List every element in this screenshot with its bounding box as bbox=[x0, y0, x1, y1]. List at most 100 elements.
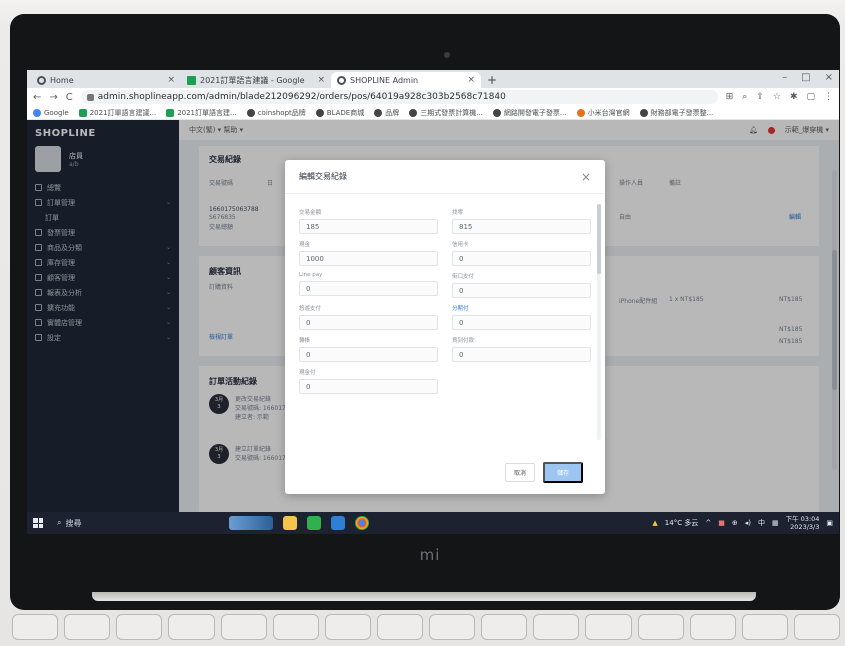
keyboard-key bbox=[64, 614, 111, 640]
amount-input[interactable]: 815 bbox=[452, 219, 591, 234]
volume-icon[interactable]: ◂) bbox=[745, 519, 751, 527]
amount-input[interactable]: 0 bbox=[452, 283, 591, 298]
search-icon: ⌕ bbox=[57, 518, 62, 527]
globe-icon bbox=[37, 75, 46, 85]
keyboard-key bbox=[429, 614, 476, 640]
field-label: 分期付 bbox=[452, 306, 469, 312]
tray-chevron-icon[interactable]: ^ bbox=[705, 519, 711, 527]
amount-input[interactable]: 1000 bbox=[299, 251, 438, 266]
bookmark-label: 小米台灣官網 bbox=[587, 108, 630, 117]
field-label: 現金付 bbox=[299, 370, 316, 376]
close-tab-icon[interactable]: × bbox=[167, 75, 175, 85]
translate-icon[interactable]: ⊞ bbox=[726, 92, 734, 102]
minimize-icon[interactable]: – bbox=[782, 72, 787, 83]
maximize-icon[interactable]: □ bbox=[801, 72, 810, 83]
close-tab-icon[interactable]: × bbox=[467, 75, 475, 85]
taskbar-clock[interactable]: 下午 03:04 2023/3/3 bbox=[786, 515, 820, 531]
keyboard-key bbox=[272, 614, 319, 640]
webcam bbox=[444, 52, 450, 58]
file-explorer-icon[interactable] bbox=[283, 516, 297, 530]
bookmark-item[interactable]: Google bbox=[33, 108, 69, 117]
back-icon[interactable]: ← bbox=[33, 92, 41, 103]
sheets-icon bbox=[187, 75, 196, 85]
notification-center-icon[interactable]: ▣ bbox=[826, 519, 833, 527]
tab-label: SHOPLINE Admin bbox=[350, 75, 419, 85]
reload-icon[interactable]: C bbox=[66, 92, 73, 103]
weather-icon: ▲ bbox=[652, 519, 658, 527]
share-icon[interactable]: ⇪ bbox=[756, 92, 764, 102]
amount-input[interactable]: 0 bbox=[452, 347, 591, 362]
bookmark-label: 三期式發票計算機... bbox=[420, 108, 483, 117]
form-field: 現金 1000 bbox=[299, 240, 438, 266]
bookmark-label: Google bbox=[44, 108, 69, 117]
keyboard-icon[interactable]: ▦ bbox=[772, 519, 779, 527]
network-icon[interactable]: ⊕ bbox=[732, 519, 738, 527]
form-field: 悠遊支付 0 bbox=[299, 304, 438, 330]
menu-icon[interactable]: ⋮ bbox=[824, 92, 833, 102]
store-icon[interactable] bbox=[331, 516, 345, 530]
bookmark-item[interactable]: BLADE商城 bbox=[315, 108, 365, 118]
sidepanel-icon[interactable]: ▢ bbox=[806, 92, 815, 102]
bookmark-item[interactable]: 網路開發電子發票... bbox=[492, 108, 567, 118]
forward-icon[interactable]: → bbox=[49, 92, 57, 103]
tab-home[interactable]: Home × bbox=[31, 72, 181, 88]
close-icon[interactable]: × bbox=[581, 170, 591, 184]
modal-scrollbar[interactable] bbox=[597, 204, 601, 440]
bookmark-label: BLADE商城 bbox=[326, 108, 365, 117]
amount-input[interactable]: 0 bbox=[299, 281, 438, 296]
save-button[interactable]: 儲存 bbox=[542, 461, 583, 483]
field-label: 信用卡 bbox=[452, 242, 469, 248]
close-tab-icon[interactable]: × bbox=[317, 75, 325, 85]
keyboard-key bbox=[168, 614, 215, 640]
landscape-widget-icon[interactable] bbox=[229, 516, 273, 530]
new-tab-button[interactable]: + bbox=[481, 72, 503, 88]
keyboard-row bbox=[8, 614, 844, 644]
modal-title: 編輯交易紀錄 bbox=[299, 172, 347, 181]
bookmark-icon bbox=[246, 108, 255, 117]
bookmark-item[interactable]: coinshopt品牌 bbox=[246, 108, 306, 118]
app-green-icon[interactable] bbox=[307, 516, 321, 530]
tray-app-icon[interactable]: ■ bbox=[718, 519, 725, 527]
close-window-icon[interactable]: × bbox=[825, 72, 833, 83]
tab-google-sheet[interactable]: 2021訂單語言建議 - Google × bbox=[181, 72, 331, 88]
bookmark-item[interactable]: 小米台灣官網 bbox=[576, 108, 630, 118]
keyboard-key bbox=[220, 614, 267, 640]
form-field: 分期付 0 bbox=[452, 304, 591, 330]
bookmark-item[interactable]: 2021訂單語言建... bbox=[166, 108, 237, 118]
star-icon[interactable]: ☆ bbox=[773, 92, 781, 102]
bookmark-label: coinshopt品牌 bbox=[257, 108, 306, 117]
bookmark-item[interactable]: 2021訂單語言建議... bbox=[78, 108, 156, 118]
window-controls: – □ × bbox=[782, 72, 833, 83]
bookmark-item[interactable]: 財務部電子發票整... bbox=[639, 108, 713, 118]
bookmark-label: 2021訂單語言建... bbox=[177, 108, 237, 117]
url-input[interactable]: admin.shoplineapp.com/admin/blade2120962… bbox=[80, 90, 718, 104]
bookmark-item[interactable]: 品牌 bbox=[374, 108, 399, 118]
weather-text[interactable]: 14°C 多云 bbox=[665, 518, 699, 528]
extensions-icon[interactable]: ✱ bbox=[790, 92, 798, 102]
url-text: admin.shoplineapp.com/admin/blade2120962… bbox=[97, 92, 506, 102]
amount-input[interactable]: 0 bbox=[299, 347, 438, 362]
modal-scrollbar-thumb[interactable] bbox=[597, 204, 601, 274]
keyboard-key bbox=[741, 614, 788, 640]
bookmark-icon bbox=[492, 108, 501, 117]
keyboard-key bbox=[116, 614, 163, 640]
field-label: 轉帳 bbox=[299, 338, 311, 344]
form-field: 信用卡 0 bbox=[452, 240, 591, 266]
ime-indicator[interactable]: 中 bbox=[758, 518, 765, 528]
cancel-button[interactable]: 取消 bbox=[504, 462, 535, 482]
field-label: 貨到付款 bbox=[452, 338, 475, 344]
bookmark-item[interactable]: 三期式發票計算機... bbox=[409, 108, 483, 118]
chrome-icon[interactable] bbox=[355, 516, 369, 530]
bookmark-icon bbox=[315, 108, 324, 117]
amount-input[interactable]: 185 bbox=[299, 219, 438, 234]
windows-start-icon[interactable] bbox=[33, 518, 43, 528]
taskbar-search[interactable]: ⌕ 搜尋 bbox=[51, 515, 211, 531]
amount-input[interactable]: 0 bbox=[299, 315, 438, 330]
tab-shopline-admin[interactable]: SHOPLINE Admin × bbox=[331, 72, 481, 88]
bookmark-icon bbox=[33, 108, 41, 117]
amount-input[interactable]: 0 bbox=[452, 315, 591, 330]
amount-input[interactable]: 0 bbox=[452, 251, 591, 266]
keyboard-key bbox=[481, 614, 528, 640]
amount-input[interactable]: 0 bbox=[299, 379, 438, 394]
zoom-icon[interactable]: ⌕ bbox=[742, 92, 747, 102]
